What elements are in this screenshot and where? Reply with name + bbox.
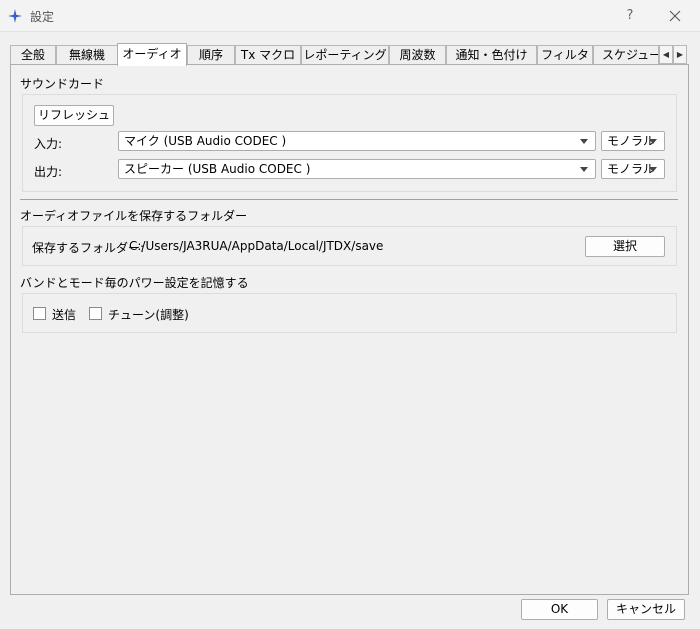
tab-audio[interactable]: オーディオ	[117, 43, 187, 66]
save-folder-group-title: オーディオファイルを保存するフォルダー	[20, 209, 248, 223]
audio-panel: サウンドカード リフレッシュ 入力: マイク (USB Audio CODEC …	[10, 64, 689, 595]
window-title: 設定	[30, 10, 55, 24]
refresh-button[interactable]: リフレッシュ	[34, 105, 114, 126]
save-folder-label: 保存するフォルダー:	[32, 241, 145, 255]
soundcard-group: リフレッシュ 入力: マイク (USB Audio CODEC ) モノラル 出…	[22, 94, 677, 192]
chevron-down-icon	[649, 139, 657, 144]
transmit-label: 送信	[52, 308, 77, 322]
tab-scheduler[interactable]: スケジューラ	[593, 45, 659, 64]
output-label: 出力:	[34, 165, 63, 179]
title-bar: 設定 ?	[0, 0, 700, 32]
cancel-button[interactable]: キャンセル	[607, 599, 685, 620]
close-button[interactable]	[663, 6, 687, 26]
tab-reporting[interactable]: レポーティング	[301, 45, 389, 64]
tab-scroll-right[interactable]: ▶	[673, 45, 687, 64]
tab-notifications[interactable]: 通知・色付け	[446, 45, 537, 64]
input-device-value: マイク (USB Audio CODEC )	[124, 134, 287, 148]
output-device-combo[interactable]: スピーカー (USB Audio CODEC )	[118, 159, 596, 179]
tab-scroll-left[interactable]: ◀	[659, 45, 673, 64]
tab-sequence[interactable]: 順序	[187, 45, 235, 64]
soundcard-group-title: サウンドカード	[20, 77, 105, 91]
tab-frequencies[interactable]: 周波数	[389, 45, 446, 64]
select-folder-button[interactable]: 選択	[585, 236, 665, 257]
power-memory-group: 送信 チューン(調整)	[22, 293, 677, 333]
tune-label: チューン(調整)	[108, 308, 189, 322]
app-icon	[8, 9, 22, 23]
power-memory-group-title: バンドとモード毎のパワー設定を記憶する	[20, 276, 249, 290]
chevron-right-icon: ▶	[676, 50, 684, 59]
save-folder-group: 保存するフォルダー: C:/Users/JA3RUA/AppData/Local…	[22, 226, 677, 266]
output-device-value: スピーカー (USB Audio CODEC )	[124, 162, 311, 176]
transmit-checkbox[interactable]	[33, 307, 46, 320]
help-button[interactable]: ?	[620, 6, 640, 26]
input-channel-combo[interactable]: モノラル	[601, 131, 665, 151]
output-channel-value: モノラル	[607, 162, 656, 176]
tune-checkbox[interactable]	[89, 307, 102, 320]
input-device-combo[interactable]: マイク (USB Audio CODEC )	[118, 131, 596, 151]
chevron-down-icon	[580, 167, 588, 172]
save-folder-path: C:/Users/JA3RUA/AppData/Local/JTDX/save	[129, 239, 384, 253]
chevron-left-icon: ◀	[662, 50, 670, 59]
tab-radio[interactable]: 無線機	[56, 45, 118, 64]
tab-tx-macros[interactable]: Tx マクロ	[235, 45, 301, 64]
input-label: 入力:	[34, 137, 63, 151]
input-channel-value: モノラル	[607, 134, 656, 148]
tab-filters[interactable]: フィルタ	[537, 45, 593, 64]
output-channel-combo[interactable]: モノラル	[601, 159, 665, 179]
tab-bar: 全般 無線機 オーディオ 順序 Tx マクロ レポーティング 周波数 通知・色付…	[10, 43, 688, 66]
chevron-down-icon	[580, 139, 588, 144]
chevron-down-icon	[649, 167, 657, 172]
tab-general[interactable]: 全般	[10, 45, 56, 64]
ok-button[interactable]: OK	[521, 599, 598, 620]
separator	[20, 199, 678, 200]
close-icon	[669, 10, 681, 22]
